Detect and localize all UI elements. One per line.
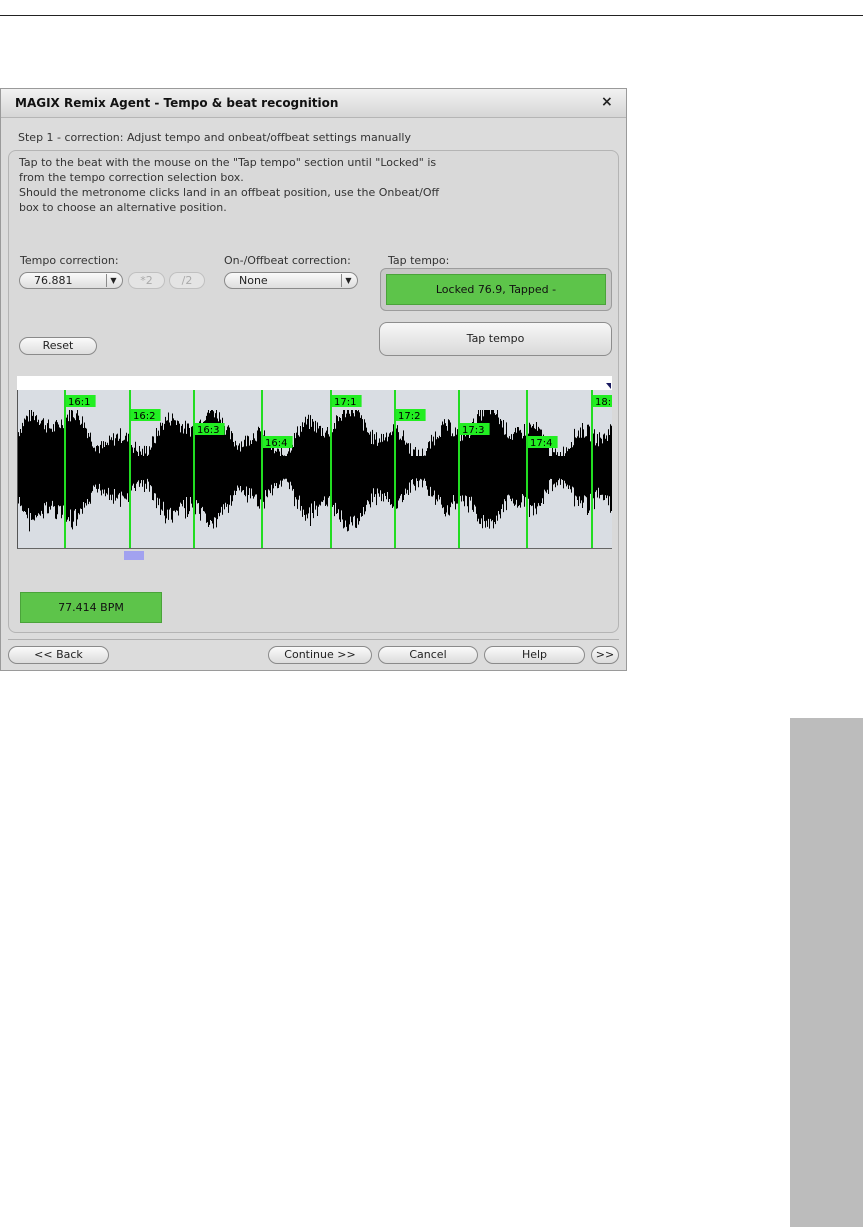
tempo-correction-select[interactable]: 76.881 ▼ (19, 272, 123, 289)
tap-tempo-status: Locked 76.9, Tapped - (386, 274, 606, 305)
beat-line (330, 390, 332, 548)
help-button[interactable]: Help (484, 646, 585, 664)
footer-divider (8, 639, 619, 640)
offbeat-correction-select[interactable]: None ▼ (224, 272, 358, 289)
beat-line (129, 390, 131, 548)
chevron-down-icon: ▼ (341, 274, 355, 287)
beat-marker-label: 16:2 (133, 411, 155, 422)
waveform-path (18, 410, 612, 532)
waveform-svg: 16:1 16:2 16:3 16:4 17:1 17:2 17:3 17:4 18: (18, 390, 612, 548)
chapter-side-tab (790, 718, 863, 1227)
tempo-half-button[interactable]: /2 (169, 272, 205, 289)
remix-agent-dialog: MAGIX Remix Agent - Tempo & beat recogni… (0, 88, 627, 671)
beat-line (458, 390, 460, 548)
beat-marker-label: 16:4 (265, 438, 287, 449)
continue-button[interactable]: Continue >> (268, 646, 372, 664)
beat-marker-label: 16:3 (197, 425, 219, 436)
chevron-down-icon: ▼ (106, 274, 120, 287)
beat-line (193, 390, 195, 548)
beat-marker-label: 16:1 (68, 397, 90, 408)
page-top-rule (0, 15, 863, 16)
tempo-double-button[interactable]: *2 (128, 272, 165, 289)
step-label: Step 1 - correction: Adjust tempo and on… (18, 131, 412, 144)
tempo-correction-value: 76.881 (34, 274, 73, 287)
waveform-ruler (17, 376, 612, 390)
tap-tempo-button[interactable]: Tap tempo (379, 322, 612, 356)
beat-marker-label: 17:3 (462, 425, 484, 436)
more-button[interactable]: >> (591, 646, 619, 664)
beat-marker-label: 17:1 (334, 397, 356, 408)
waveform-display[interactable]: 16:1 16:2 16:3 16:4 17:1 17:2 17:3 17:4 18: (17, 390, 612, 549)
dialog-titlebar: MAGIX Remix Agent - Tempo & beat recogni… (1, 89, 626, 118)
cancel-button[interactable]: Cancel (378, 646, 478, 664)
beat-marker-label: 17:4 (530, 438, 552, 449)
close-icon[interactable]: × (601, 94, 613, 110)
dialog-title: MAGIX Remix Agent - Tempo & beat recogni… (15, 96, 339, 110)
beat-line (526, 390, 528, 548)
offbeat-correction-value: None (239, 274, 268, 287)
tap-tempo-label: Tap tempo: (388, 254, 450, 267)
beat-line (591, 390, 593, 548)
beat-line (261, 390, 263, 548)
beat-marker-label: 17:2 (398, 411, 420, 422)
beat-line (64, 390, 66, 548)
playback-position-marker[interactable] (124, 551, 144, 560)
back-button[interactable]: << Back (8, 646, 109, 664)
tap-tempo-display-frame: Locked 76.9, Tapped - (380, 268, 612, 311)
end-marker-icon[interactable] (606, 383, 611, 389)
instructions-text: Tap to the beat with the mouse on the "T… (19, 156, 440, 214)
bpm-display: 77.414 BPM (20, 592, 162, 623)
offbeat-correction-label: On-/Offbeat correction: (224, 254, 351, 267)
correction-panel: Tap to the beat with the mouse on the "T… (8, 150, 619, 633)
beat-line (394, 390, 396, 548)
reset-button[interactable]: Reset (19, 337, 97, 355)
tempo-correction-label: Tempo correction: (20, 254, 119, 267)
beat-marker-label: 18: (595, 397, 611, 408)
